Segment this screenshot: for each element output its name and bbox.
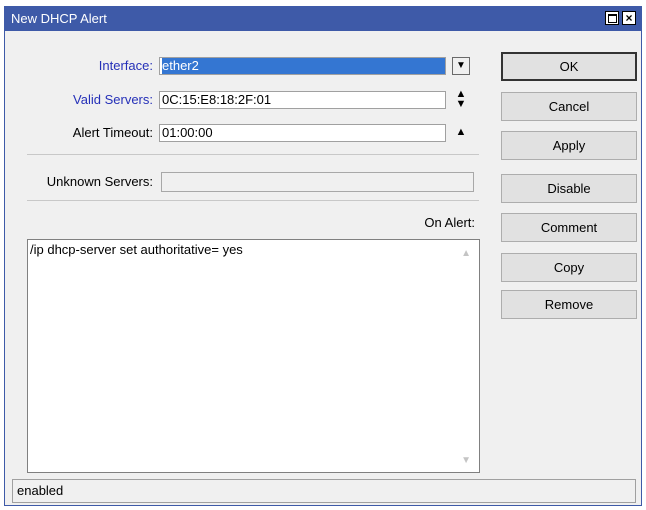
valid-servers-value: 0C:15:E8:18:2F:01 bbox=[162, 92, 272, 107]
status-bar: enabled bbox=[12, 479, 636, 503]
on-alert-script-textarea[interactable]: /ip dhcp-server set authoritative= yes ▲… bbox=[27, 239, 480, 473]
separator bbox=[27, 200, 479, 201]
updown-arrows-icon[interactable]: ▲ ▼ bbox=[454, 89, 468, 110]
scroll-up-icon[interactable]: ▲ bbox=[461, 248, 471, 259]
window-title: New DHCP Alert bbox=[11, 11, 107, 26]
title-bar[interactable]: New DHCP Alert × bbox=[5, 7, 641, 31]
alert-timeout-value: 01:00:00 bbox=[162, 125, 213, 140]
unknown-servers-label: Unknown Servers: bbox=[46, 174, 153, 189]
status-text: enabled bbox=[17, 483, 64, 498]
on-alert-label: On Alert: bbox=[424, 215, 475, 230]
cancel-button[interactable]: Cancel bbox=[501, 92, 637, 121]
interface-dropdown-button[interactable]: ▼ bbox=[452, 57, 470, 75]
apply-button[interactable]: Apply bbox=[501, 131, 637, 160]
ok-button[interactable]: OK bbox=[501, 52, 637, 81]
maximize-icon[interactable] bbox=[605, 11, 619, 25]
comment-button[interactable]: Comment bbox=[501, 213, 637, 242]
alert-timeout-field[interactable]: 01:00:00 bbox=[159, 124, 446, 142]
interface-value: ether2 bbox=[162, 58, 445, 74]
up-arrow-icon[interactable]: ▲ bbox=[454, 126, 468, 138]
dropdown-arrow-icon: ▼ bbox=[456, 60, 466, 71]
interface-field[interactable]: ether2 bbox=[159, 57, 446, 75]
valid-servers-label: Valid Servers: bbox=[73, 92, 153, 107]
separator bbox=[27, 154, 479, 155]
close-icon[interactable]: × bbox=[622, 11, 636, 25]
unknown-servers-field bbox=[161, 172, 474, 192]
interface-label: Interface: bbox=[98, 58, 153, 73]
valid-servers-field[interactable]: 0C:15:E8:18:2F:01 bbox=[159, 91, 446, 109]
copy-button[interactable]: Copy bbox=[501, 253, 637, 282]
scroll-down-icon[interactable]: ▼ bbox=[461, 455, 471, 466]
dhcp-alert-window: New DHCP Alert × Interface: ether2 ▼ Val… bbox=[4, 6, 642, 506]
remove-button[interactable]: Remove bbox=[501, 290, 637, 319]
disable-button[interactable]: Disable bbox=[501, 174, 637, 203]
alert-timeout-label: Alert Timeout: bbox=[72, 125, 153, 140]
on-alert-script-text: /ip dhcp-server set authoritative= yes bbox=[30, 242, 243, 257]
